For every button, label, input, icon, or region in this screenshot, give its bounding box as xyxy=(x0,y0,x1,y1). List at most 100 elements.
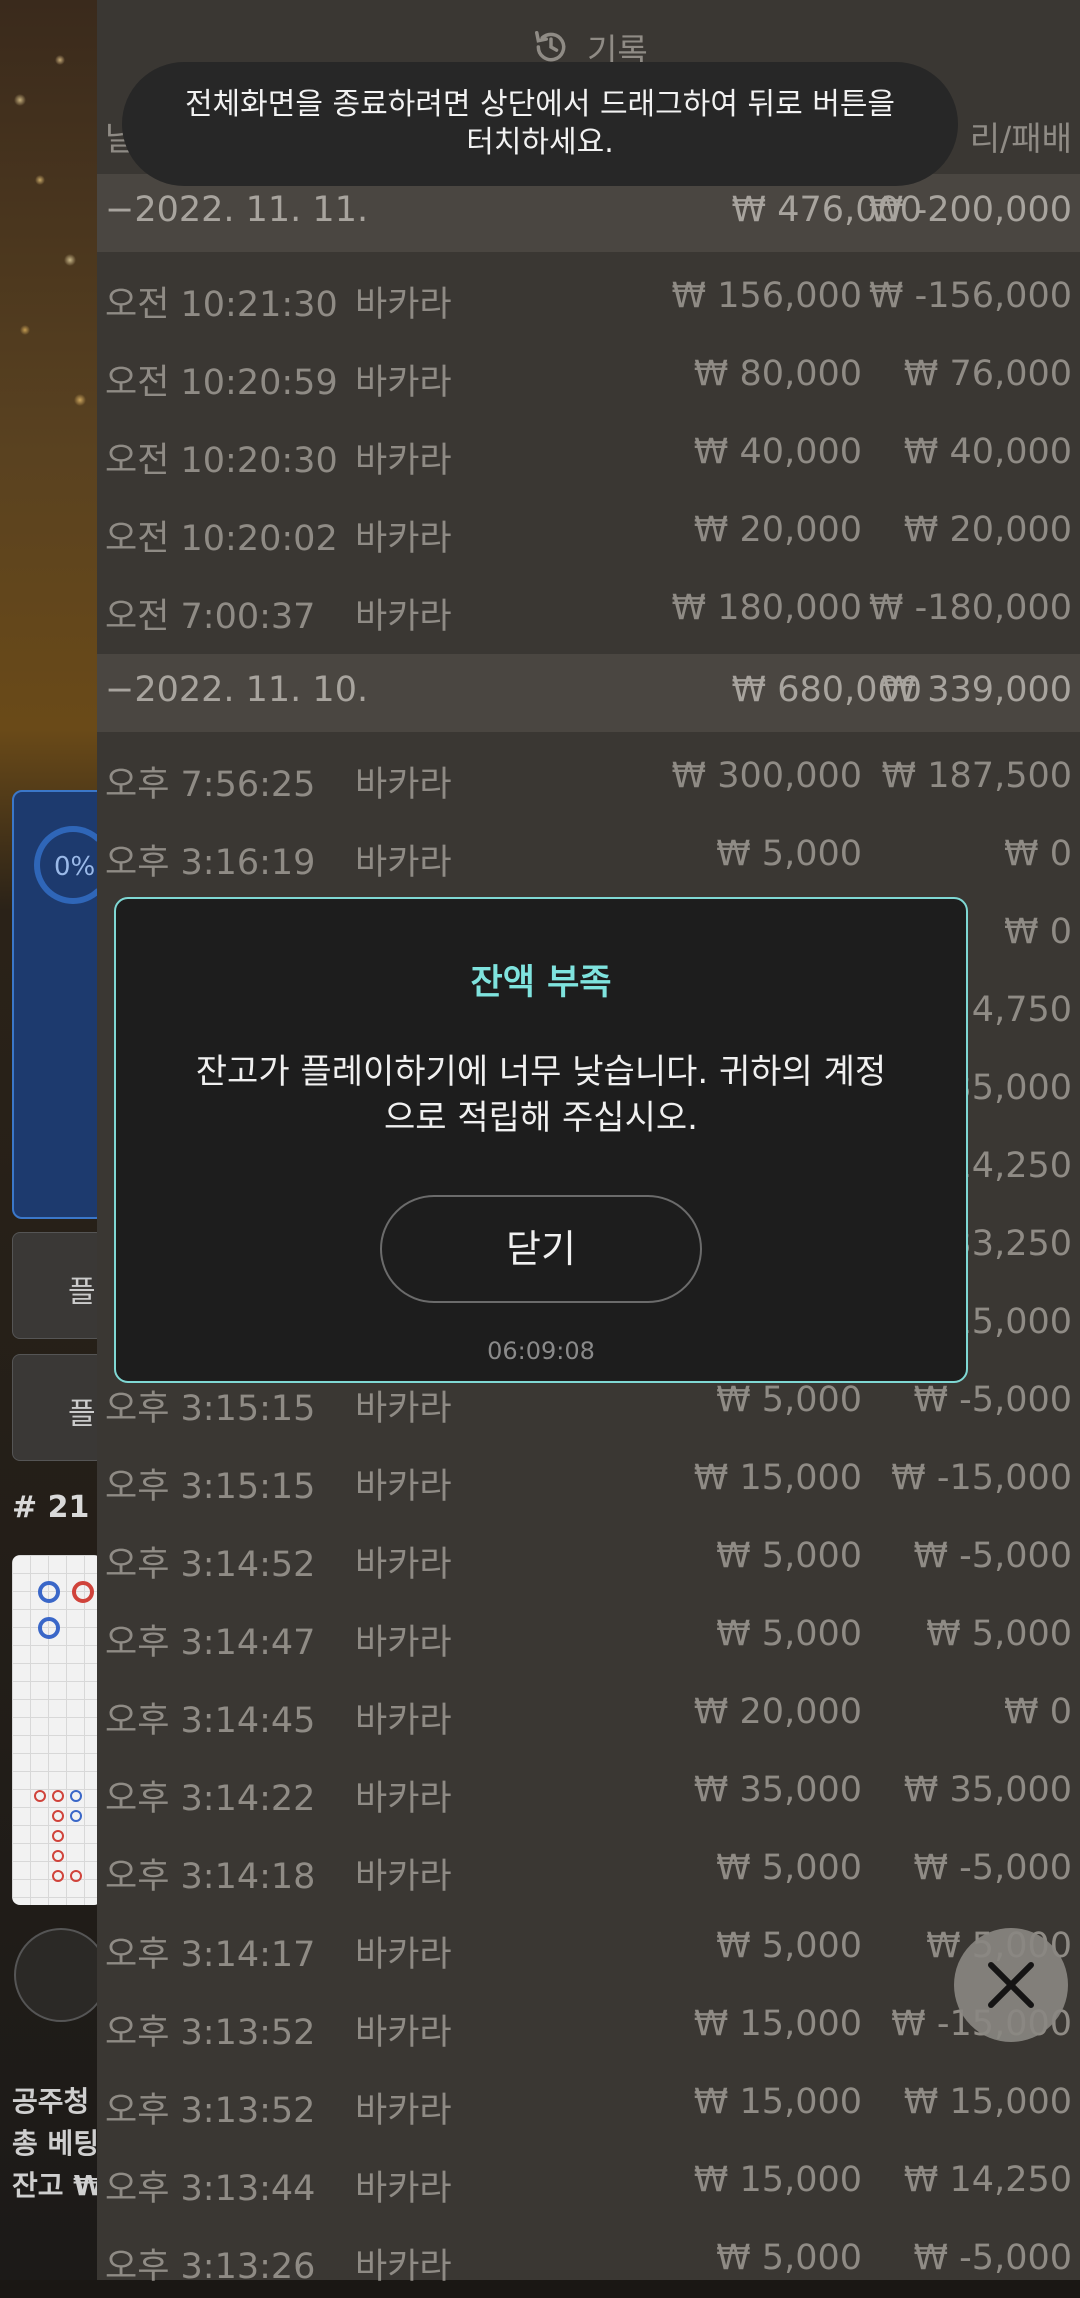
total-bet-label: 총 베팅 xyxy=(12,2127,100,2160)
row-winloss: ₩ -5,000 xyxy=(913,1536,1072,1576)
row-time: 오전 10:20:02 xyxy=(105,519,338,559)
row-winloss: ₩ 40,000 xyxy=(903,432,1072,472)
history-row[interactable]: 오전 10:20:59 바카라 ₩ 80,000 ₩ 76,000 xyxy=(97,336,1080,414)
history-row[interactable]: 오후 3:13:52 바카라 ₩ 15,000 ₩ 15,000 xyxy=(97,2064,1080,2142)
row-game: 바카라 xyxy=(355,1623,452,1663)
row-amount: ₩ 15,000 xyxy=(693,2160,862,2200)
row-amount: ₩ 5,000 xyxy=(716,1380,862,1420)
row-amount: ₩ 35,000 xyxy=(693,1770,862,1810)
group-winloss: ₩ 339,000 xyxy=(881,670,1072,710)
row-amount: ₩ 156,000 xyxy=(671,276,862,316)
row-game: 바카라 xyxy=(355,2169,452,2209)
group-date: −2022. 11. 10. xyxy=(105,670,369,710)
row-winloss: ₩ -5,000 xyxy=(913,2238,1072,2278)
history-row[interactable]: 오전 7:00:37 바카라 ₩ 180,000 ₩ -180,000 xyxy=(97,570,1080,648)
roadmap-mini-chip xyxy=(52,1830,64,1842)
history-row[interactable]: 오후 3:13:44 바카라 ₩ 15,000 ₩ 14,250 xyxy=(97,2142,1080,2220)
row-time: 오후 3:15:15 xyxy=(105,1467,316,1507)
row-amount: ₩ 15,000 xyxy=(693,2082,862,2122)
row-time: 오후 3:14:18 xyxy=(105,1857,316,1897)
row-winloss: ₩ 0 xyxy=(1003,1692,1072,1732)
history-row[interactable]: 오후 3:14:47 바카라 ₩ 5,000 ₩ 5,000 xyxy=(97,1596,1080,1674)
history-row[interactable]: 오후 3:14:18 바카라 ₩ 5,000 ₩ -5,000 xyxy=(97,1830,1080,1908)
row-game: 바카라 xyxy=(355,765,452,805)
history-row[interactable]: 오후 3:13:26 바카라 ₩ 5,000 ₩ -5,000 xyxy=(97,2220,1080,2298)
row-winloss: 4,750 xyxy=(971,990,1072,1030)
close-dialog-button[interactable]: 닫기 xyxy=(380,1195,702,1303)
side-button-1-label: 플 xyxy=(68,1275,96,1310)
row-game: 바카라 xyxy=(355,2247,452,2287)
row-winloss: ₩ 20,000 xyxy=(903,510,1072,550)
dialog-message-line-1: 잔고가 플레이하기에 너무 낮습니다. 귀하의 계정 xyxy=(195,1052,887,1092)
row-winloss: ₩ -5,000 xyxy=(913,1848,1072,1888)
history-row[interactable]: 오후 7:56:25 바카라 ₩ 300,000 ₩ 187,500 xyxy=(97,738,1080,816)
row-game: 바카라 xyxy=(355,1389,452,1429)
history-row[interactable]: 오후 3:13:52바카라₩ 15,000₩ -15,000 xyxy=(97,1986,1080,2064)
roadmap-mini-chip xyxy=(70,1870,82,1882)
row-time: 오후 3:14:22 xyxy=(105,1779,316,1819)
row-time: 오전 10:20:59 xyxy=(105,363,338,403)
history-row[interactable]: 오전 10:21:30 바카라 ₩ 156,000 ₩ -156,000 xyxy=(97,258,1080,336)
history-row[interactable]: 오전 10:20:02 바카라 ₩ 20,000 ₩ 20,000 xyxy=(97,492,1080,570)
history-row[interactable]: 오후 3:14:45 바카라 ₩ 20,000 ₩ 0 xyxy=(97,1674,1080,1752)
row-amount: ₩ 40,000 xyxy=(693,432,862,472)
row-winloss: ₩ -180,000 xyxy=(868,588,1072,628)
row-time: 오후 3:15:15 xyxy=(105,1389,316,1429)
row-time: 오전 7:00:37 xyxy=(105,597,316,637)
row-time: 오후 3:16:19 xyxy=(105,843,316,883)
history-row[interactable]: 오후 3:15:15 바카라 ₩ 15,000 ₩ -15,000 xyxy=(97,1440,1080,1518)
row-time: 오후 3:13:44 xyxy=(105,2169,316,2209)
row-amount: ₩ 5,000 xyxy=(716,1536,862,1576)
row-game: 바카라 xyxy=(355,2091,452,2131)
row-winloss: ₩ -156,000 xyxy=(868,276,1072,316)
row-winloss: ₩ 187,500 xyxy=(881,756,1072,796)
row-time: 오후 7:56:25 xyxy=(105,765,316,805)
row-game: 바카라 xyxy=(355,1779,452,1819)
chat-button[interactable] xyxy=(14,1928,108,2022)
history-row[interactable]: 오전 10:20:30 바카라 ₩ 40,000 ₩ 40,000 xyxy=(97,414,1080,492)
history-row[interactable]: 오후 3:14:22 바카라 ₩ 35,000 ₩ 35,000 xyxy=(97,1752,1080,1830)
row-winloss: ₩ 15,000 xyxy=(903,2082,1072,2122)
roadmap-mini-chip xyxy=(52,1850,64,1862)
side-button-2-label: 플 xyxy=(68,1397,96,1432)
row-amount: ₩ 20,000 xyxy=(693,510,862,550)
toast-line-1: 전체화면을 종료하려면 상단에서 드래그하여 뒤로 버튼을 xyxy=(184,87,896,122)
row-game: 바카라 xyxy=(355,843,452,883)
roadmap-mini-chip xyxy=(70,1790,82,1802)
progress-text: 0% xyxy=(54,852,96,882)
dialog-message-line-2: 으로 적립해 주십시오. xyxy=(384,1098,698,1138)
row-time: 오후 3:14:52 xyxy=(105,1545,316,1585)
roadmap-mini-chip xyxy=(52,1870,64,1882)
close-history-button[interactable] xyxy=(954,1928,1068,2042)
history-row[interactable]: 오후 3:14:17바카라₩ 5,000₩ 5,000 xyxy=(97,1908,1080,1986)
row-winloss: ₩ 0 xyxy=(1003,912,1072,952)
row-time: 오후 3:13:52 xyxy=(105,2013,316,2053)
row-time: 오후 3:14:45 xyxy=(105,1701,316,1741)
date-group-row[interactable]: −2022. 11. 10. ₩ 680,000 ₩ 339,000 xyxy=(97,654,1080,732)
toast-line-2: 터치하세요. xyxy=(466,125,614,160)
balance-label: 잔고 ₩ xyxy=(12,2169,105,2202)
row-winloss: ₩ 5,000 xyxy=(926,1614,1072,1654)
row-winloss: ₩ 14,250 xyxy=(903,2160,1072,2200)
row-game: 바카라 xyxy=(355,1545,452,1585)
row-game: 바카라 xyxy=(355,597,452,637)
table-name: 공주청 xyxy=(12,2085,90,2118)
column-header-winloss: 리/패배 xyxy=(969,119,1072,158)
row-amount: ₩ 5,000 xyxy=(716,2238,862,2278)
row-time: 오전 10:20:30 xyxy=(105,441,338,481)
row-amount: ₩ 15,000 xyxy=(693,2004,862,2044)
roadmap-mini-chip xyxy=(70,1810,82,1822)
side-button-2[interactable]: 플 xyxy=(12,1354,104,1461)
row-amount: ₩ 5,000 xyxy=(716,1848,862,1888)
row-amount: ₩ 5,000 xyxy=(716,834,862,874)
row-game: 바카라 xyxy=(355,1935,452,1975)
history-row[interactable]: 오후 3:14:52 바카라 ₩ 5,000 ₩ -5,000 xyxy=(97,1518,1080,1596)
row-amount: ₩ 300,000 xyxy=(671,756,862,796)
side-button-1[interactable]: 플 xyxy=(12,1232,104,1339)
row-game: 바카라 xyxy=(355,285,452,325)
history-icon xyxy=(535,31,566,62)
row-amount: ₩ 20,000 xyxy=(693,1692,862,1732)
row-amount: ₩ 15,000 xyxy=(693,1458,862,1498)
row-winloss: ₩ -15,000 xyxy=(891,1458,1072,1498)
history-row[interactable]: 오후 3:16:19 바카라 ₩ 5,000 ₩ 0 xyxy=(97,816,1080,894)
